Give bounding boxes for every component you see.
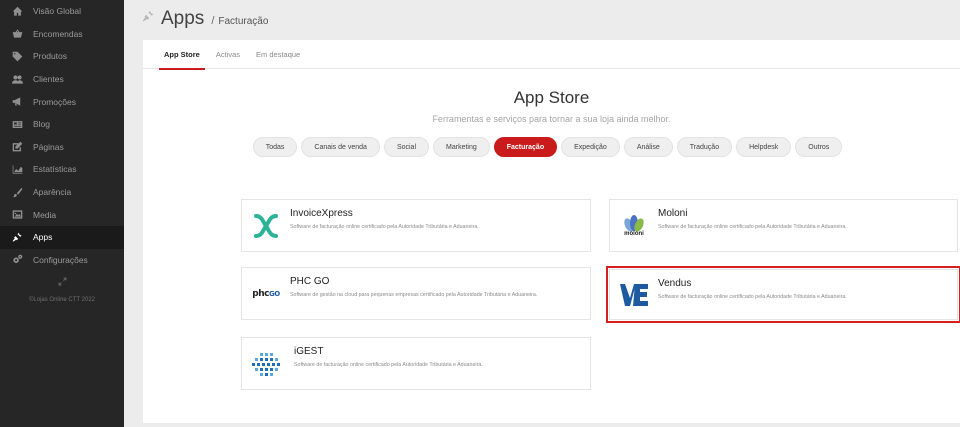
image-icon — [10, 209, 24, 221]
sidebar-item-label: Estatísticas — [33, 164, 77, 175]
filter-canais-de-venda[interactable]: Canais de venda — [301, 137, 380, 157]
breadcrumb: Facturação — [218, 15, 269, 27]
sidebar-item-label: Encomendas — [33, 28, 83, 39]
plug-icon — [142, 10, 161, 28]
app-name: iGEST — [294, 346, 324, 357]
edit-icon — [10, 141, 24, 153]
app-name: PHC GO — [290, 276, 330, 287]
app-card-vendus[interactable]: Vendus Software de facturação online cer… — [606, 266, 960, 323]
sidebar-item-label: Configurações — [33, 254, 88, 265]
sidebar-item-apps[interactable]: Apps — [0, 225, 124, 249]
sidebar-item-produtos[interactable]: Produtos — [0, 45, 124, 68]
filter-analise[interactable]: Análise — [623, 137, 673, 157]
plug-icon — [10, 231, 24, 243]
sidebar-item-media[interactable]: Media — [0, 203, 124, 226]
sidebar-item-configuracoes[interactable]: Configurações — [0, 249, 124, 272]
megaphone-icon — [10, 96, 24, 108]
sidebar-item-estatisticas[interactable]: Estatísticas — [0, 158, 124, 181]
phc-go-logo: phcGO — [242, 268, 290, 319]
filter-todas[interactable]: Todas — [252, 137, 298, 157]
sidebar-item-label: Blog — [33, 119, 51, 130]
tab-bar: App Store Activas Em destaque — [143, 40, 960, 70]
sidebar-item-label: Produtos — [33, 51, 68, 62]
filter-outros[interactable]: Outros — [795, 137, 843, 157]
app-name: InvoiceXpress — [290, 208, 353, 219]
breadcrumb-separator: / — [211, 15, 215, 27]
sidebar-item-blog[interactable]: Blog — [0, 113, 124, 136]
page-title: Apps — [161, 8, 205, 29]
invoicexpress-logo — [242, 200, 290, 251]
sidebar-item-label: Páginas — [33, 141, 64, 152]
sidebar-item-label: Apps — [33, 232, 53, 243]
sidebar-item-aparencia[interactable]: Aparência — [0, 181, 124, 204]
moloni-logo-text: moloni — [624, 230, 644, 237]
moloni-logo: moloni — [610, 200, 658, 251]
app-description: Software de facturação online certificad… — [658, 294, 847, 300]
tab-app-store[interactable]: App Store — [156, 40, 208, 70]
filter-facturacao[interactable]: Facturação — [493, 137, 558, 157]
app-description: Software de facturação online certificad… — [658, 224, 847, 230]
app-card-igest[interactable]: iGEST Software de facturação online cert… — [241, 337, 591, 390]
vendus-logo — [610, 270, 658, 319]
sidebar-item-promocoes[interactable]: Promoções — [0, 90, 124, 113]
sidebar-item-label: Clientes — [33, 74, 64, 85]
filter-traducao[interactable]: Tradução — [676, 137, 733, 157]
filter-social[interactable]: Social — [383, 137, 430, 157]
sidebar-item-paginas[interactable]: Páginas — [0, 136, 124, 159]
collapse-arrows-icon — [58, 273, 67, 291]
app-description: Software de facturação online certificad… — [290, 224, 479, 230]
sidebar-item-clientes[interactable]: Clientes — [0, 68, 124, 91]
basket-icon — [10, 28, 24, 40]
sidebar: Visão Global Encomendas Produtos Cliente… — [0, 0, 124, 427]
sidebar-collapse-toggle[interactable] — [0, 271, 124, 293]
cogs-icon — [10, 254, 24, 266]
app-description: Software de gestão na cloud para pequena… — [290, 292, 538, 298]
go-logo-text: GO — [268, 289, 280, 298]
sidebar-item-label: Visão Global — [33, 6, 82, 17]
app-card-moloni[interactable]: moloni Moloni Software de facturação onl… — [609, 199, 958, 252]
app-card-invoicexpress[interactable]: InvoiceXpress Software de facturação onl… — [241, 199, 591, 252]
filter-helpdesk[interactable]: Helpdesk — [736, 137, 792, 157]
tab-activas[interactable]: Activas — [208, 40, 248, 69]
users-icon — [10, 73, 24, 85]
tag-icon — [10, 50, 24, 62]
tab-em-destaque[interactable]: Em destaque — [248, 40, 308, 69]
app-card-phc-go[interactable]: phcGO PHC GO Software de gestão na cloud… — [241, 267, 591, 320]
store-subtitle: Ferramentas e serviços para tornar a sua… — [432, 114, 671, 124]
area-chart-icon — [10, 163, 24, 175]
filter-expedicao[interactable]: Expedição — [561, 137, 620, 157]
app-name: Moloni — [658, 208, 688, 219]
category-filters: Todas Canais de venda Social Marketing F… — [143, 137, 960, 157]
sidebar-item-encomendas[interactable]: Encomendas — [0, 23, 124, 46]
sidebar-item-label: Promoções — [33, 96, 76, 107]
brush-icon — [10, 186, 24, 198]
page-header: Apps / Facturação — [124, 0, 960, 38]
store-title: App Store — [513, 88, 590, 107]
sidebar-item-label: Aparência — [33, 187, 72, 198]
app-description: Software de facturação online certificad… — [294, 362, 483, 368]
sidebar-copyright: ©Lojas Online CTT 2022 — [28, 297, 95, 304]
home-icon — [10, 5, 24, 17]
app-name: Vendus — [658, 278, 692, 289]
phc-logo-text: phc — [252, 288, 269, 299]
sidebar-item-visao-global[interactable]: Visão Global — [0, 0, 124, 23]
igest-logo — [242, 338, 294, 389]
newspaper-icon — [10, 118, 24, 130]
filter-marketing[interactable]: Marketing — [433, 137, 490, 157]
sidebar-item-label: Media — [33, 209, 57, 220]
